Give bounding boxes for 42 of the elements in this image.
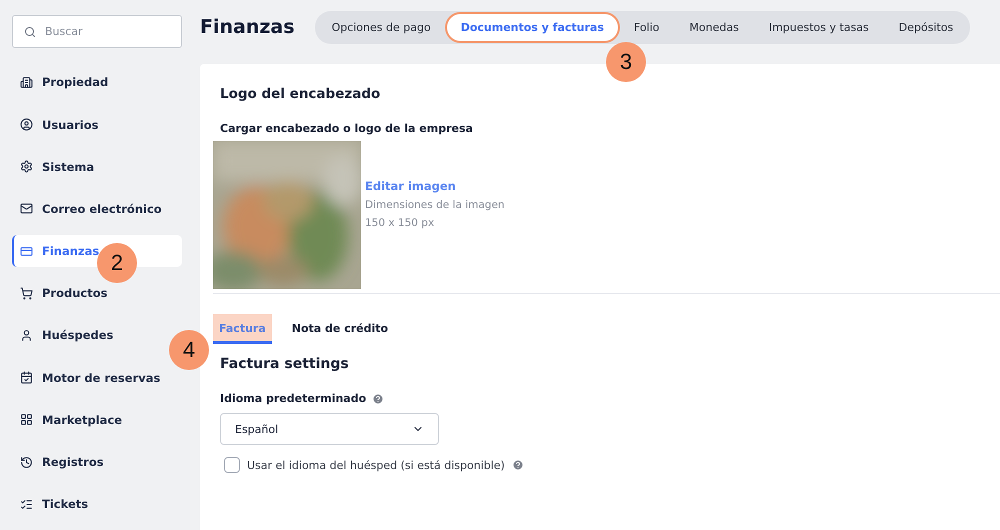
mail-icon <box>20 202 33 216</box>
dimensions-value: 150 x 150 px <box>365 217 436 229</box>
user-circle-icon <box>20 118 33 132</box>
field-label: Idioma predeterminado <box>220 392 366 405</box>
sidebar-item[interactable]: Sistema <box>12 150 100 184</box>
calendar-icon <box>20 371 33 384</box>
search-icon <box>24 26 36 38</box>
section-heading: Logo del encabezado <box>220 86 382 102</box>
upload-label: Cargar encabezado o logo de la empresa <box>220 122 474 135</box>
sidebar-item[interactable]: Registros <box>12 446 110 478</box>
checkbox[interactable] <box>224 457 240 473</box>
checklist-icon <box>20 498 33 511</box>
tab[interactable]: Depósitos <box>884 14 968 40</box>
history-icon <box>20 456 33 469</box>
settings-icon <box>20 160 33 174</box>
tab[interactable]: Folio <box>620 14 674 40</box>
section-heading: Factura settings <box>220 356 350 372</box>
help-icon[interactable] <box>372 392 384 404</box>
search-field[interactable]: Buscar <box>12 15 182 48</box>
building-icon <box>20 76 33 89</box>
language-select[interactable]: Español <box>220 413 439 445</box>
page-title: Finanzas <box>200 16 295 38</box>
dimensions-label: Dimensiones de la imagen <box>365 199 505 211</box>
tab[interactable]: Opciones de pago <box>318 14 445 40</box>
tab[interactable]: Impuestos y tasas <box>754 14 883 40</box>
checkbox-label: Usar el idioma del huésped (si está disponible) <box>247 458 505 472</box>
user-icon <box>20 328 33 342</box>
tab[interactable]: Monedas <box>675 14 753 40</box>
tab[interactable]: Nota de crédito <box>286 314 394 344</box>
help-icon[interactable] <box>512 459 524 471</box>
sidebar-item[interactable]: Correo electrónico <box>12 192 168 226</box>
credit-card-icon <box>20 244 33 258</box>
sidebar-item[interactable]: Motor de reservas <box>12 361 166 394</box>
sidebar-item[interactable]: Usuarios <box>12 108 104 141</box>
sidebar-item[interactable]: Marketplace <box>12 404 128 436</box>
sidebar-item[interactable]: Tickets <box>12 488 94 521</box>
cart-icon <box>20 286 33 300</box>
tab[interactable]: Documentos y facturas <box>446 14 618 40</box>
grid-icon <box>20 413 33 426</box>
sidebar-item[interactable]: Propiedad <box>12 66 114 99</box>
sidebar-item[interactable]: Huéspedes <box>12 319 120 352</box>
step-tooltip: 4 <box>169 330 209 370</box>
